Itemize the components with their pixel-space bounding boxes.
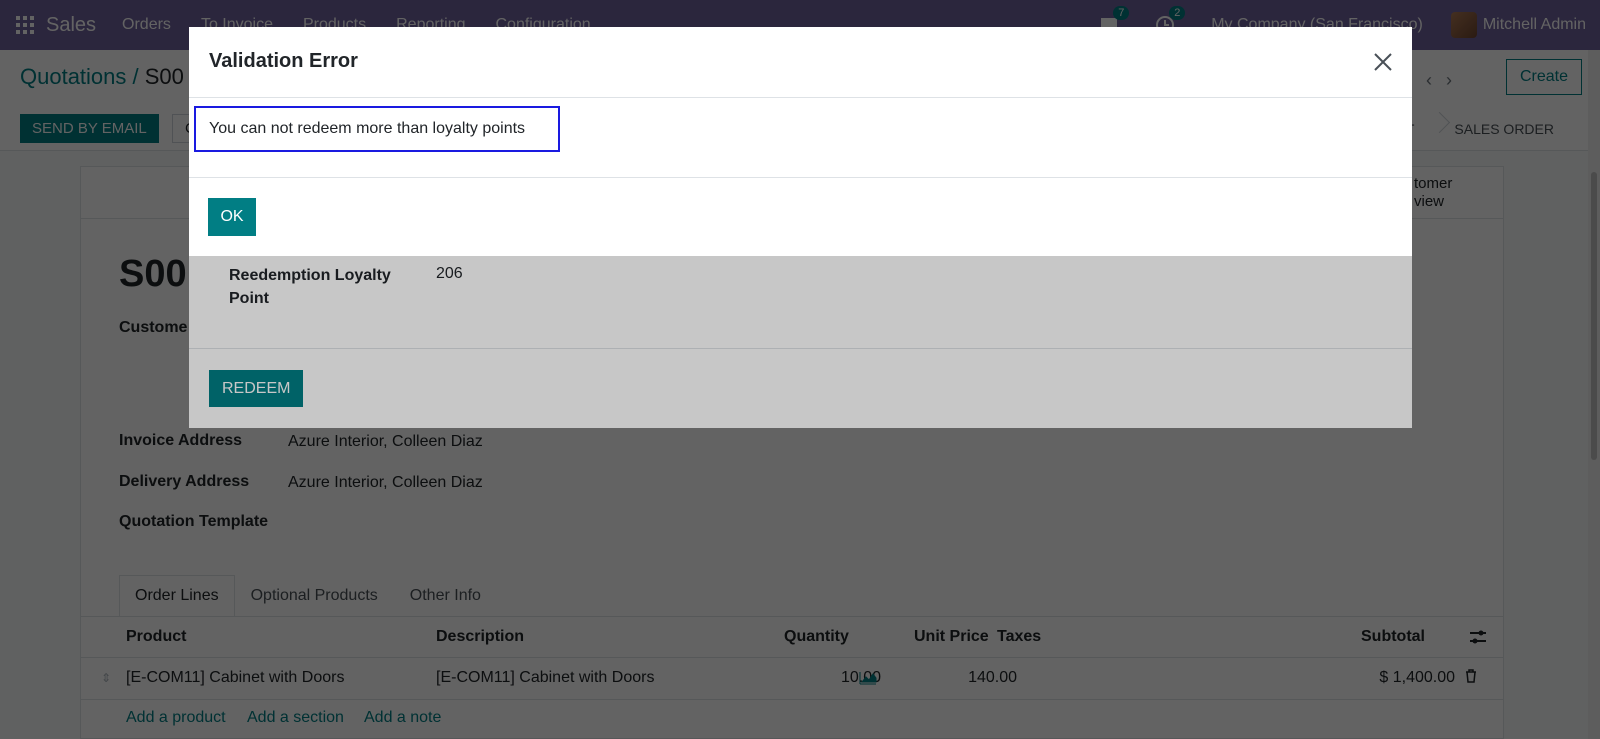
validation-error-dialog: Validation Error You can not redeem more…: [189, 27, 1412, 256]
dialog-header: Validation Error: [189, 27, 1412, 98]
close-icon[interactable]: [1370, 49, 1396, 75]
error-message: You can not redeem more than loyalty poi…: [209, 120, 526, 137]
dialog-title: Validation Error: [209, 50, 358, 72]
dialog-footer: OK: [189, 177, 1412, 256]
error-message-box: You can not redeem more than loyalty poi…: [194, 106, 560, 152]
ok-button[interactable]: OK: [208, 198, 256, 236]
